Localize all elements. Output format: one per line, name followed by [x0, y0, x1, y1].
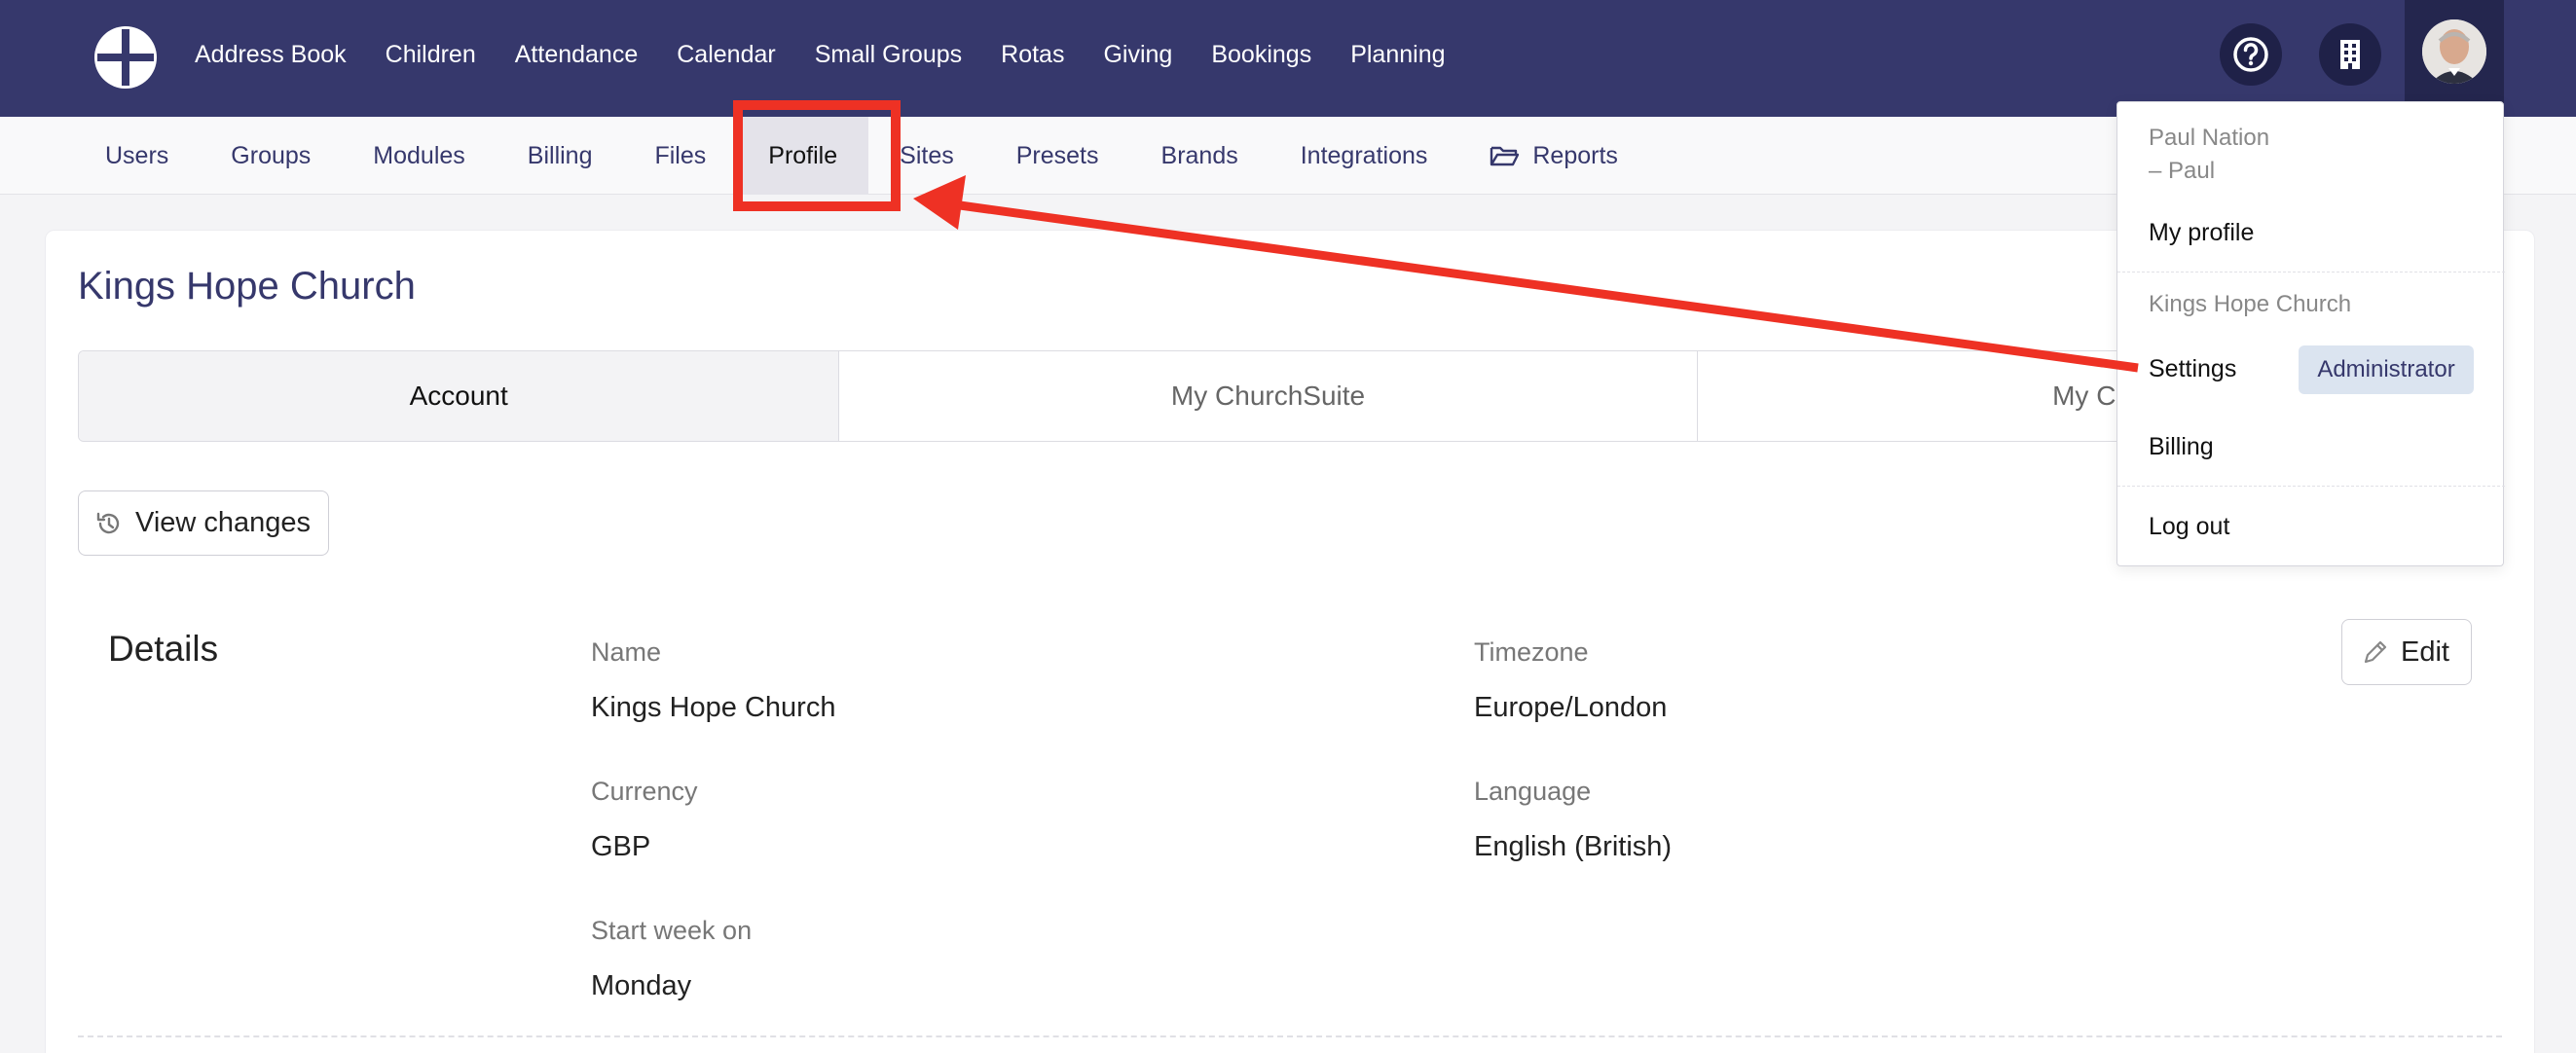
view-changes-button[interactable]: View changes [78, 490, 329, 556]
dropdown-divider [2117, 486, 2505, 487]
top-navbar: Address Book Children Attendance Calenda… [0, 0, 2576, 117]
dropdown-user-name: Paul Nation [2149, 125, 2270, 151]
subnav-brands[interactable]: Brands [1130, 117, 1270, 195]
language-label: Language [1474, 777, 1592, 806]
main-nav: Address Book Children Attendance Calenda… [195, 0, 1485, 109]
timezone-value: Europe/London [1474, 692, 1668, 723]
subnav-reports-label: Reports [1532, 141, 1618, 169]
building-icon [2340, 40, 2360, 69]
section-divider [78, 1035, 2502, 1037]
subnav-integrations[interactable]: Integrations [1270, 117, 1459, 195]
user-menu-button[interactable] [2405, 0, 2504, 103]
pencil-icon [2364, 640, 2387, 664]
history-icon [96, 512, 120, 533]
nav-giving[interactable]: Giving [1103, 41, 1172, 69]
settings-link[interactable]: Settings [2149, 355, 2236, 383]
role-badge: Administrator [2299, 345, 2474, 394]
dropdown-org-name: Kings Hope Church [2149, 291, 2352, 317]
nav-small-groups[interactable]: Small Groups [815, 41, 962, 69]
folder-open-icon [1490, 146, 1520, 166]
nav-calendar[interactable]: Calendar [677, 41, 775, 69]
nav-planning[interactable]: Planning [1350, 41, 1445, 69]
dropdown-user-nickname: – Paul [2149, 158, 2216, 184]
edit-label: Edit [2401, 635, 2449, 668]
page-title: Kings Hope Church [78, 265, 416, 308]
start-week-value: Monday [591, 970, 692, 1001]
language-value: English (British) [1474, 831, 1673, 862]
tab-account[interactable]: Account [79, 351, 840, 441]
edit-details-button[interactable]: Edit [2341, 619, 2472, 685]
subnav-modules[interactable]: Modules [342, 117, 497, 195]
nav-rotas[interactable]: Rotas [1001, 41, 1064, 69]
log-out-link[interactable]: Log out [2149, 513, 2229, 541]
subnav-users[interactable]: Users [74, 117, 200, 195]
subnav-billing[interactable]: Billing [497, 117, 624, 195]
nav-bookings[interactable]: Bookings [1211, 41, 1311, 69]
settings-subnav: Users Groups Modules Billing Files Profi… [74, 117, 1649, 195]
currency-value: GBP [591, 831, 651, 862]
organisation-button[interactable] [2319, 23, 2381, 86]
timezone-label: Timezone [1474, 637, 1589, 667]
subnav-files[interactable]: Files [623, 117, 737, 195]
name-value: Kings Hope Church [591, 692, 836, 723]
subnav-sites[interactable]: Sites [868, 117, 985, 195]
dropdown-user-info: Paul Nation – Paul [2149, 122, 2269, 188]
logo-icon[interactable] [92, 23, 160, 91]
tab-my-churchsuite[interactable]: My ChurchSuite [839, 351, 1698, 441]
user-dropdown-menu: Paul Nation – Paul My profile Kings Hope… [2116, 101, 2505, 566]
help-button[interactable] [2220, 23, 2282, 86]
billing-link[interactable]: Billing [2149, 433, 2214, 461]
subnav-presets[interactable]: Presets [985, 117, 1130, 195]
subnav-groups[interactable]: Groups [200, 117, 342, 195]
nav-children[interactable]: Children [386, 41, 476, 69]
nav-address-book[interactable]: Address Book [195, 41, 347, 69]
subnav-profile[interactable]: Profile [737, 117, 869, 195]
start-week-label: Start week on [591, 916, 753, 945]
my-profile-link[interactable]: My profile [2149, 219, 2254, 247]
subnav-reports[interactable]: Reports [1458, 117, 1649, 195]
question-circle-icon [2233, 37, 2268, 72]
avatar [2422, 19, 2486, 84]
nav-attendance[interactable]: Attendance [515, 41, 639, 69]
name-label: Name [591, 637, 662, 667]
view-changes-label: View changes [135, 507, 312, 538]
details-heading: Details [108, 629, 219, 669]
currency-label: Currency [591, 777, 698, 806]
